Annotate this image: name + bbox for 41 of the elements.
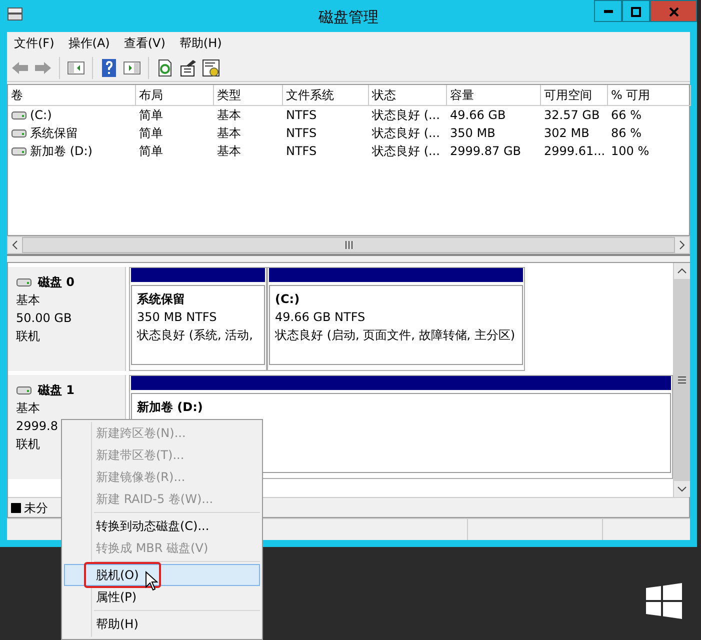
disk-detail: 联机	[16, 437, 40, 451]
table-cell-text: 2999.61...	[544, 143, 606, 160]
table-cell-text: NTFS	[286, 143, 317, 160]
table-cell-text: 2999.87 GB	[450, 143, 521, 160]
table-cell-text: 简单	[139, 125, 163, 142]
partition-name: 系统保留	[137, 291, 186, 308]
partition-status: 状态良好 (启动, 页面文件, 故障转储, 主分区)	[275, 327, 516, 344]
table-cell-text: 新加卷 (D:)	[30, 143, 92, 160]
partition-size: 49.66 GB NTFS	[275, 309, 366, 326]
table-cell-text: 100 %	[611, 143, 650, 160]
table-cell-text: 350 MB	[450, 125, 496, 142]
partition-size: 350 MB NTFS	[137, 309, 218, 326]
table-cell-text: 49.66 GB	[450, 107, 506, 124]
disk-detail: 基本	[16, 293, 40, 307]
disk-detail: 联机	[16, 329, 40, 343]
table-cell-text: 86 %	[611, 125, 642, 142]
table-cell-text: NTFS	[286, 125, 317, 142]
table-cell-text: 系统保留	[30, 125, 78, 142]
disk-detail: 50.00 GB	[16, 311, 72, 325]
table-cell-text: 基本	[217, 143, 241, 160]
disk-detail: 基本	[16, 401, 40, 415]
table-cell-text: 302 MB	[544, 125, 590, 142]
table-cell-text: (C:)	[30, 107, 52, 124]
disk-name: 磁盘 1	[38, 382, 75, 399]
table-cell-text: NTFS	[286, 107, 317, 124]
window-title: 磁盘管理	[318, 7, 378, 28]
table-cell-text: 66 %	[611, 107, 642, 124]
table-cell-text: 简单	[139, 107, 163, 124]
table-cell-text: 状态良好 (...	[372, 125, 440, 142]
partition-status: 状态良好 (系统, 活动,	[137, 327, 254, 344]
table-cell-text: 基本	[217, 125, 241, 142]
table-cell-text: 简单	[139, 143, 163, 160]
partition-name: 新加卷 (D:)	[137, 399, 204, 416]
table-cell-text: 状态良好 (...	[372, 107, 440, 124]
table-cell-text: 基本	[217, 107, 241, 124]
table-cell-text: 32.57 GB	[544, 107, 600, 124]
disk-detail: 2999.8	[16, 419, 58, 433]
legend-label: 未分	[24, 500, 48, 517]
disk-name: 磁盘 0	[38, 274, 75, 291]
partition-name: (C:)	[275, 291, 301, 308]
table-cell-text: 状态良好 (...	[372, 143, 440, 160]
